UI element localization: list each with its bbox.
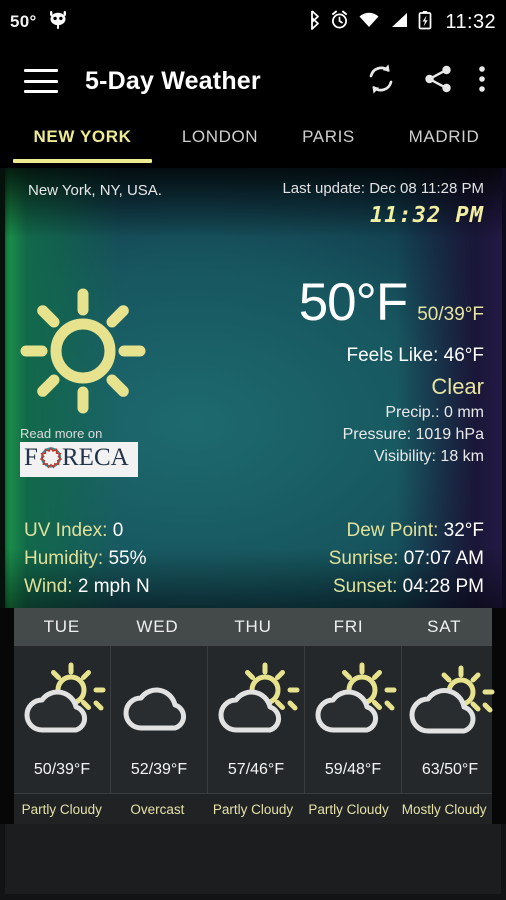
high-low-temperature: 50/39°F	[417, 304, 484, 325]
forecast-condition: Overcast	[130, 801, 185, 817]
svg-text:F: F	[24, 444, 38, 471]
forecast-cell[interactable]: 50/39°F	[14, 646, 111, 793]
humidity-value: 55%	[108, 548, 147, 569]
current-temperature: 50°F	[298, 273, 409, 332]
forecast-cells-row: 50/39°F 52/39°F 57/46°F 59/48°F 63/50°F	[14, 646, 495, 793]
tab-label: LONDON	[181, 127, 259, 146]
tab-new-york[interactable]: NEW YORK	[0, 118, 165, 168]
sunrise-value: 07:07 AM	[403, 548, 484, 569]
five-day-forecast: TUE WED THU FRI SAT 50/39°F 52/39°F 57/4…	[14, 608, 495, 824]
precipitation-label: Precip.: 0 mm	[385, 404, 484, 421]
tab-label: PARIS	[302, 127, 355, 146]
sun-icon	[18, 286, 148, 416]
partly-cloudy-icon	[305, 662, 401, 740]
partly-cloudy-icon	[14, 662, 110, 740]
foreca-logo[interactable]: F RECA	[20, 442, 138, 477]
tab-london[interactable]: LONDON	[165, 118, 275, 168]
hamburger-menu-icon[interactable]	[24, 69, 58, 93]
forecast-day-header-row: TUE WED THU FRI SAT	[14, 608, 492, 646]
forecast-condition: Partly Cloudy	[21, 801, 102, 817]
location-label: New York, NY, USA.	[28, 182, 162, 199]
visibility-label: Visibility: 18 km	[374, 448, 484, 465]
wind-value: 2 mph N	[77, 576, 150, 597]
uv-index-value: 0	[112, 520, 124, 541]
humidity-row: Humidity: 55%	[24, 548, 150, 570]
signal-icon	[389, 10, 409, 35]
status-bar-left: 50°	[10, 10, 69, 35]
sunrise-row: Sunrise: 07:07 AM	[329, 548, 484, 570]
tab-paris[interactable]: PARIS	[275, 118, 382, 168]
humidity-label: Humidity:	[24, 548, 104, 569]
overflow-menu-icon[interactable]	[478, 63, 486, 100]
status-bar-temperature: 50°	[10, 12, 37, 31]
status-bar-right: 11:32	[308, 9, 496, 35]
wind-row: Wind: 2 mph N	[24, 576, 150, 598]
forecast-temperature: 59/48°F	[324, 761, 382, 778]
cyanogenmod-icon	[47, 10, 69, 35]
tab-label: NEW YORK	[33, 127, 132, 146]
partly-cloudy-icon	[208, 662, 304, 740]
stats-left-column: UV Index: 0 Humidity: 55% Wind: 2 mph N	[24, 520, 150, 604]
foreca-branding[interactable]: Read more on F RECA	[20, 426, 138, 477]
current-weather-panel: New York, NY, USA. Last update: Dec 08 1…	[0, 168, 506, 608]
battery-charging-icon	[418, 10, 432, 35]
bottom-filler	[0, 824, 506, 900]
svg-text:RECA: RECA	[62, 444, 129, 471]
tab-active-indicator	[13, 159, 152, 163]
dew-point-row: Dew Point: 32°F	[329, 520, 485, 542]
forecast-cell[interactable]: 59/48°F	[305, 646, 402, 793]
tab-madrid[interactable]: MADRID	[382, 118, 506, 168]
overcast-icon	[111, 662, 207, 740]
dew-point-label: Dew Point:	[346, 520, 439, 541]
uv-index-label: UV Index:	[24, 520, 108, 541]
pressure-label: Pressure: 1019 hPa	[342, 426, 484, 443]
status-bar: 50° 11:32	[0, 0, 506, 44]
read-more-label: Read more on	[20, 426, 103, 441]
forecast-temperature: 63/50°F	[421, 761, 479, 778]
current-conditions: 50°F 50/39°F Feels Like: 46°F Clear Prec…	[299, 276, 484, 466]
forecast-cell[interactable]: 63/50°F	[402, 646, 498, 793]
alarm-icon	[330, 10, 349, 35]
bottom-filler-inner	[5, 824, 501, 894]
refresh-icon[interactable]	[364, 62, 398, 101]
forecast-day-header: FRI	[333, 617, 364, 636]
sunset-label: Sunset:	[332, 576, 398, 597]
city-tabs: NEW YORK LONDON PARIS MADRID	[0, 118, 506, 168]
forecast-day-header: THU	[234, 617, 272, 636]
forecast-day-header: SAT	[427, 617, 462, 636]
forecast-condition: Partly Cloudy	[308, 801, 389, 817]
condition-label: Clear	[431, 374, 484, 399]
uv-index-row: UV Index: 0	[24, 520, 150, 542]
mostly-cloudy-icon	[402, 662, 498, 740]
app-bar: 5-Day Weather	[0, 44, 506, 118]
weather-app-screen: 50° 11:32 5-Day Weather NEW YORK LONDON …	[0, 0, 506, 900]
sunset-row: Sunset: 04:28 PM	[329, 576, 484, 598]
forecast-temperature: 50/39°F	[33, 761, 91, 778]
forecast-cell[interactable]: 57/46°F	[208, 646, 305, 793]
share-icon[interactable]	[422, 63, 454, 100]
wind-label: Wind:	[24, 576, 73, 597]
page-title: 5-Day Weather	[85, 66, 261, 95]
forecast-day-header: TUE	[43, 617, 80, 636]
forecast-conditions-row: Partly Cloudy Overcast Partly Cloudy Par…	[14, 793, 492, 824]
digital-clock: 11:32 PM	[370, 203, 484, 228]
forecast-day-header: WED	[136, 617, 179, 636]
tab-label: MADRID	[408, 127, 480, 146]
bluetooth-icon	[308, 9, 321, 35]
forecast-temperature: 57/46°F	[227, 761, 285, 778]
forecast-condition: Mostly Cloudy	[401, 801, 487, 817]
forecast-condition: Partly Cloudy	[212, 801, 294, 817]
app-bar-actions	[364, 62, 506, 101]
forecast-temperature: 52/39°F	[130, 761, 188, 778]
status-bar-clock: 11:32	[445, 10, 496, 33]
feels-like-label: Feels Like: 46°F	[346, 345, 485, 366]
stats-right-column: Dew Point: 32°F Sunrise: 07:07 AM Sunset…	[329, 520, 484, 604]
forecast-cell[interactable]: 52/39°F	[111, 646, 208, 793]
sunset-value: 04:28 PM	[402, 576, 484, 597]
sunrise-label: Sunrise:	[328, 548, 399, 569]
dew-point-value: 32°F	[443, 520, 484, 541]
wifi-icon	[358, 10, 380, 35]
last-update-label: Last update: Dec 08 11:28 PM	[282, 180, 484, 197]
